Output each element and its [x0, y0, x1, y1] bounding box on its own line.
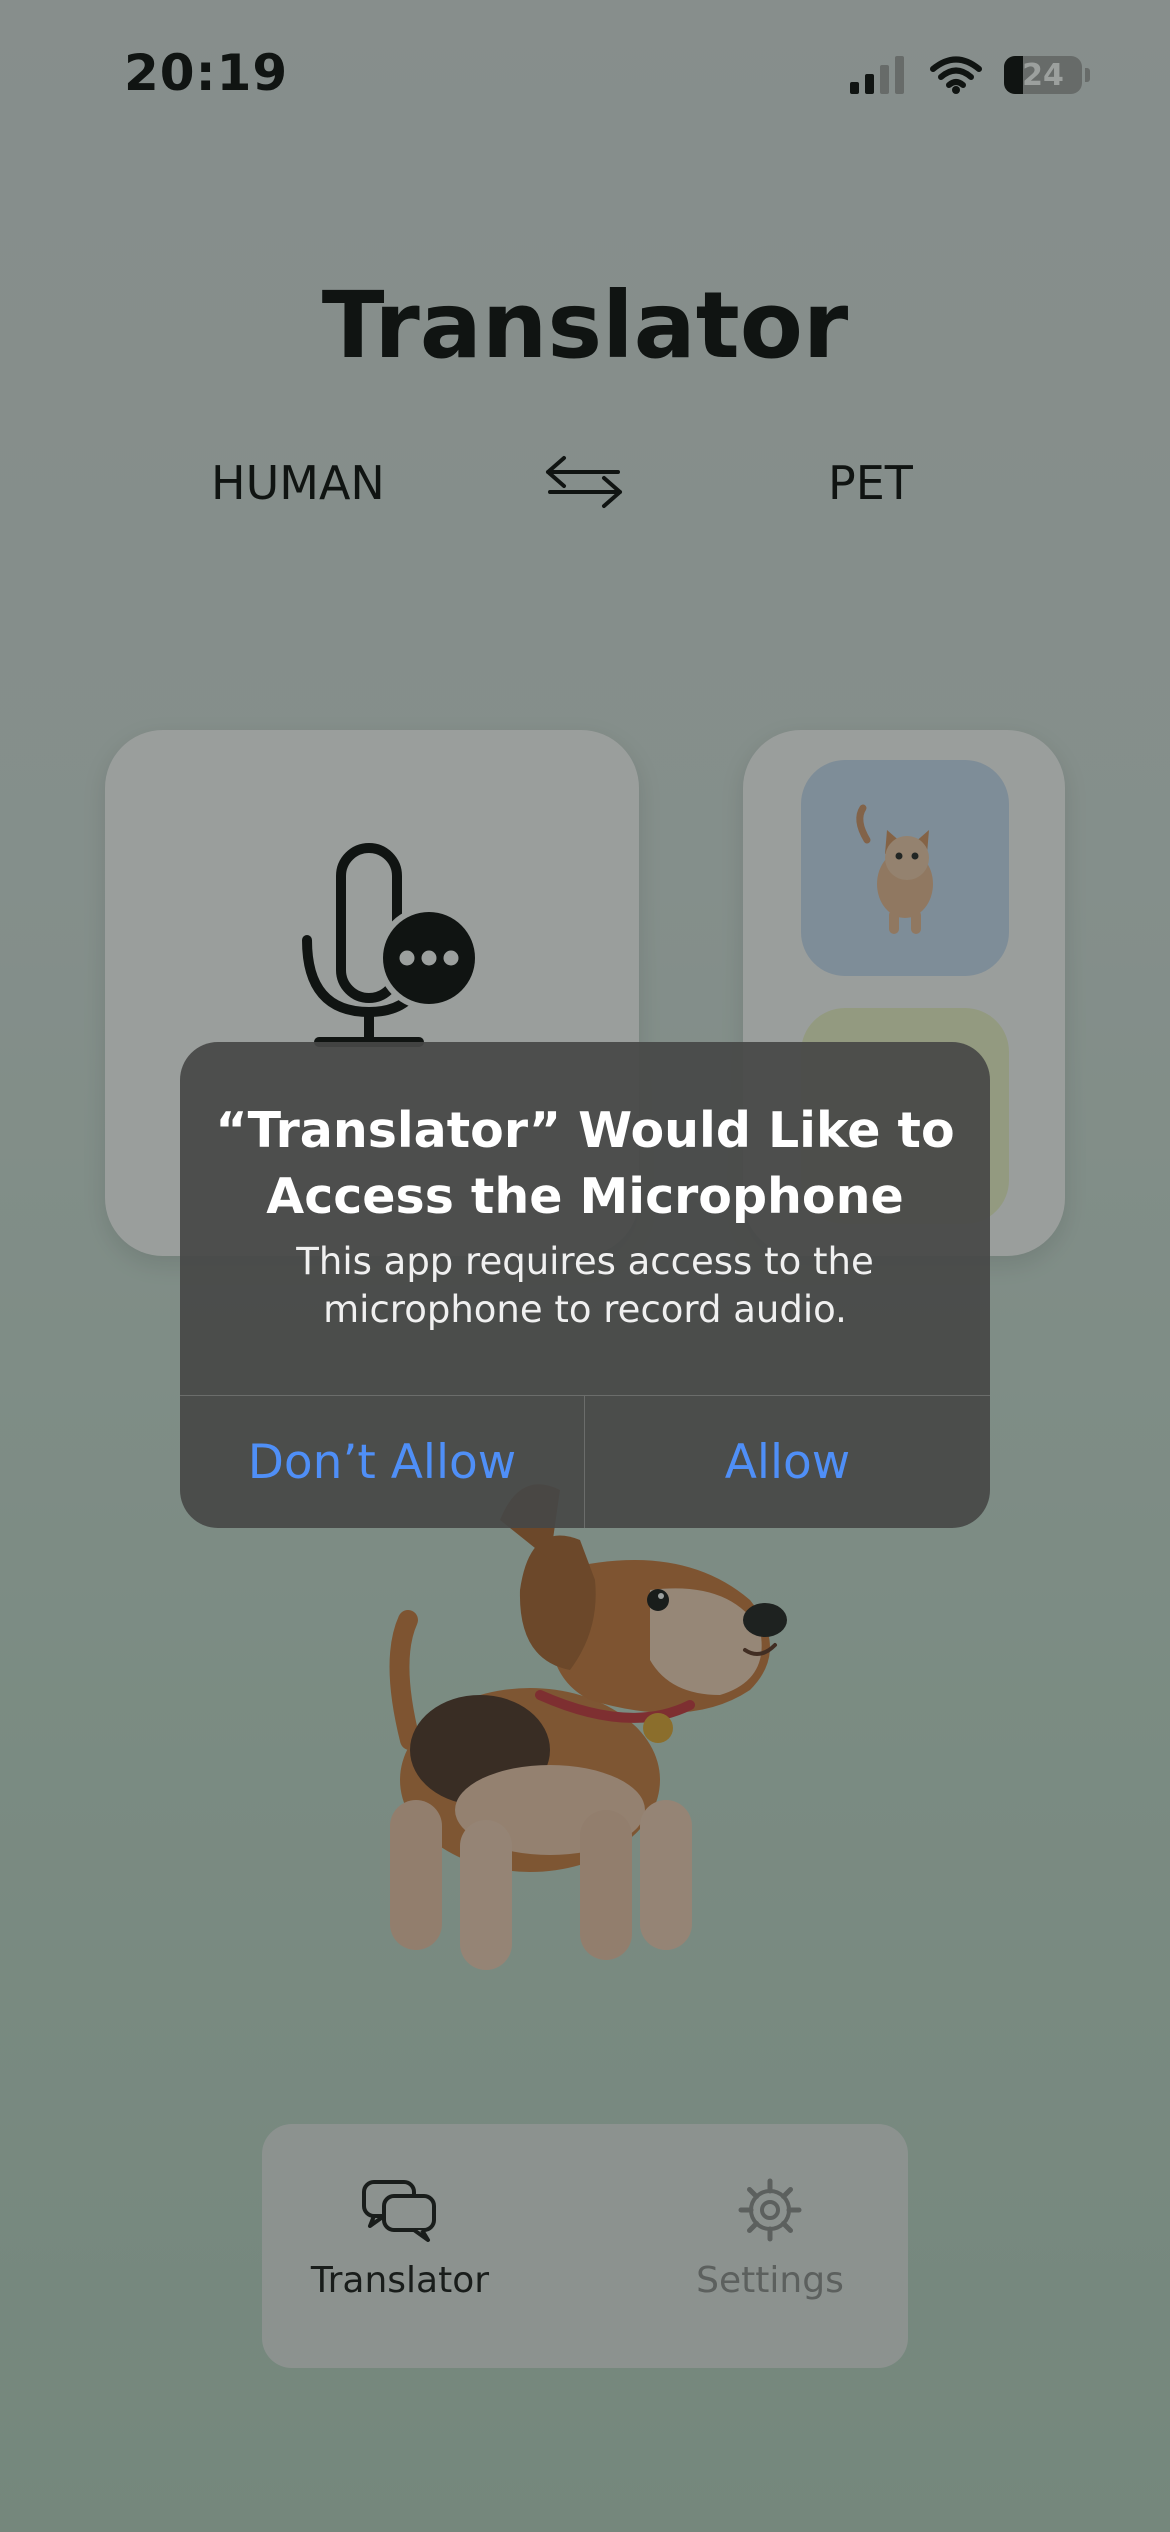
alert-title: “Translator” Would Like to Access the Mi…	[215, 1102, 955, 1225]
allow-button[interactable]: Allow	[585, 1396, 990, 1528]
dont-allow-button[interactable]: Don’t Allow	[180, 1396, 584, 1528]
screen: 20:19 24 Translator HUMAN PET Translator…	[0, 0, 1170, 2532]
alert-message: This app requires access to the micropho…	[296, 1240, 874, 1331]
microphone-permission-alert: “Translator” Would Like to Access the Mi…	[180, 1042, 990, 1528]
